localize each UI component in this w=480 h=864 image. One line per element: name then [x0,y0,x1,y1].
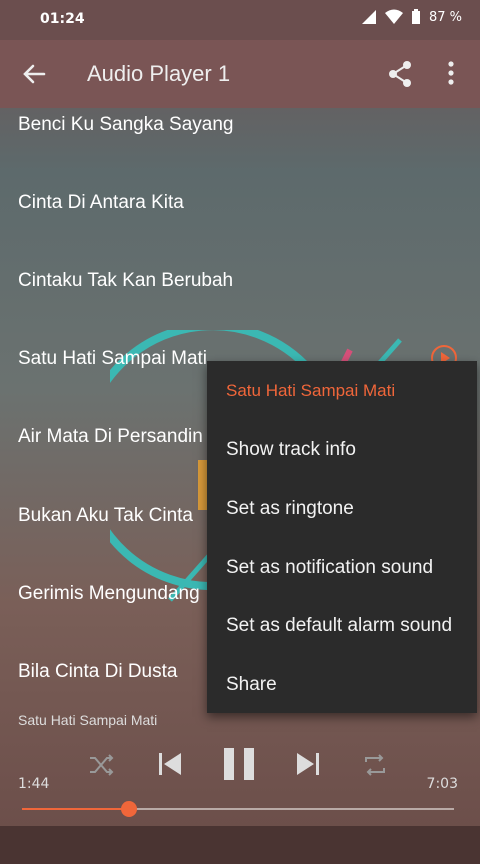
track-context-menu: Satu Hati Sampai Mati Show track info Se… [207,361,477,713]
now-playing-title: Satu Hati Sampai Mati [18,712,158,728]
list-item[interactable]: Gerimis Mengundang [18,583,200,605]
battery-percent: 87 % [428,9,462,25]
list-item[interactable]: Bukan Aku Tak Cinta [18,505,193,527]
list-item[interactable]: Bila Cinta Di Dusta [18,661,177,683]
status-icons: 87 % [361,9,462,25]
wifi-icon [384,9,403,24]
back-arrow-icon[interactable] [18,58,50,90]
player-controls [0,740,480,800]
battery-icon [411,9,420,24]
page-title: Audio Player 1 [87,61,231,86]
list-item[interactable]: Benci Ku Sangka Sayang [18,114,234,136]
menu-header: Satu Hati Sampai Mati [226,381,396,400]
menu-item-share[interactable]: Share [226,674,277,696]
list-item[interactable]: Cinta Di Antara Kita [18,192,184,214]
share-icon[interactable] [386,58,414,90]
system-nav-bar [0,826,480,864]
status-bar: 01:24 87 % [0,0,480,40]
current-time: 1:44 [18,776,50,792]
menu-item-set-alarm[interactable]: Set as default alarm sound [226,615,452,637]
more-vert-icon[interactable] [440,58,462,90]
menu-item-show-track-info[interactable]: Show track info [226,439,356,461]
app-bar: Audio Player 1 [0,40,480,108]
repeat-icon[interactable] [362,752,388,778]
menu-item-set-ringtone[interactable]: Set as ringtone [226,498,354,520]
menu-item-set-notification[interactable]: Set as notification sound [226,557,433,579]
skip-previous-icon[interactable] [157,750,183,778]
list-item[interactable]: Air Mata Di Persandin [18,426,203,448]
seek-thumb[interactable] [120,801,137,817]
total-time: 7:03 [426,776,458,792]
list-item[interactable]: Satu Hati Sampai Mati [18,348,207,370]
shuffle-icon[interactable] [88,752,114,778]
signal-icon [361,10,376,24]
seek-bar[interactable] [22,801,454,817]
skip-next-icon[interactable] [295,750,321,778]
pause-icon[interactable] [222,746,256,782]
list-item[interactable]: Cintaku Tak Kan Berubah [18,270,233,292]
seek-progress [22,808,129,810]
status-time: 01:24 [40,11,85,27]
